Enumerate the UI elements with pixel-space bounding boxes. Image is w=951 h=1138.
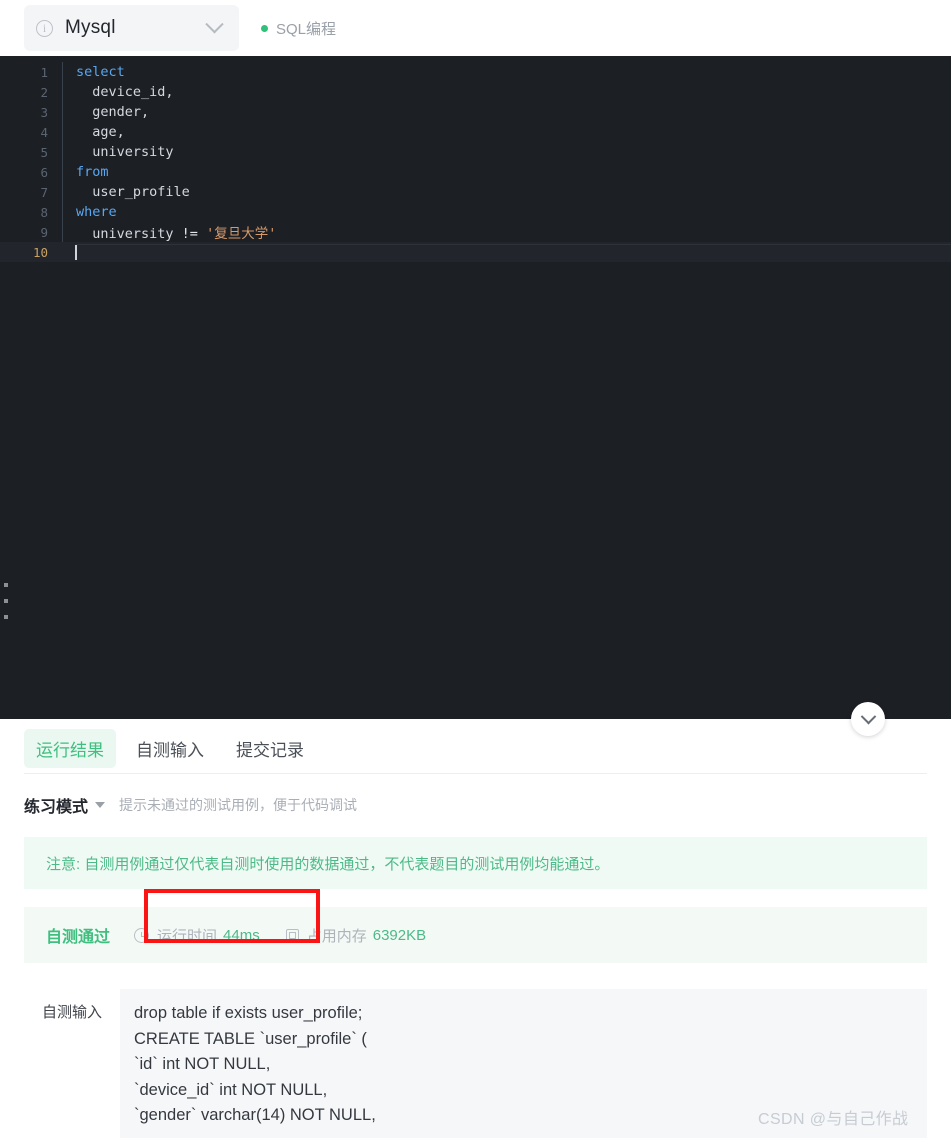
self-input-line: `device_id` int NOT NULL, [134, 1080, 328, 1099]
line-number: 9 [40, 224, 48, 240]
line-number: 3 [40, 104, 48, 120]
code-line[interactable]: 8 where [0, 202, 951, 222]
result-tabs: 运行结果 自测输入 提交记录 [0, 719, 951, 777]
code-text: university != '复旦大学' [76, 226, 277, 242]
result-tab-2[interactable]: 提交记录 [224, 729, 316, 768]
line-number: 8 [40, 204, 48, 220]
notice-banner: 注意: 自测用例通过仅代表自测时使用的数据通过，不代表题目的测试用例均能通过。 [24, 837, 927, 889]
self-input-label: 自测输入 [41, 1004, 102, 1021]
memory-value: 6392KB [372, 926, 427, 944]
info-circle-icon: i [36, 19, 53, 37]
code-line[interactable]: 7 user_profile [0, 182, 951, 202]
code-line[interactable]: 1 select [0, 62, 951, 82]
code-editor[interactable]: 1 select 2 device_id, 3 gender, 4 age, 5 univ… [0, 56, 951, 719]
caret-down-icon[interactable] [95, 802, 106, 808]
line-number: 5 [40, 144, 48, 160]
panel-resize-handle[interactable] [2, 583, 10, 619]
code-line[interactable]: 6 from [0, 162, 951, 182]
database-select[interactable]: i Mysql [24, 5, 239, 51]
code-text: age, [76, 124, 125, 140]
result-panel: 运行结果 自测输入 提交记录 练习模式 提示未通过的测试用例，便于代码调试 注意: … [0, 719, 951, 1138]
line-number: 4 [40, 124, 48, 140]
code-lines[interactable]: 1 select 2 device_id, 3 gender, 4 age, 5 univ… [0, 56, 951, 262]
watermark: CSDN @与自己作战 [758, 1111, 909, 1128]
code-text: university [76, 144, 174, 160]
memory-label: 占用内存 [306, 927, 367, 945]
result-tab-1[interactable]: 自测输入 [124, 729, 216, 768]
code-line[interactable]: 10 [0, 242, 951, 262]
top-toolbar: i Mysql SQL编程 [0, 0, 951, 56]
clock-icon [134, 927, 150, 943]
code-line[interactable]: 9 university != '复旦大学' [0, 222, 951, 242]
code-text: where [76, 204, 117, 220]
cpu-icon [285, 928, 299, 942]
status-badge: 自测通过 [46, 929, 111, 946]
self-input-line: drop table if exists user_profile; [134, 1004, 363, 1022]
tabs-divider [24, 773, 927, 774]
chevron-down-icon [860, 708, 876, 724]
runtime-label: 运行时间 [157, 927, 218, 945]
status-dot-icon [261, 24, 268, 32]
collapse-editor-button[interactable] [851, 702, 885, 736]
code-line[interactable]: 4 age, [0, 122, 951, 142]
code-line[interactable]: 3 gender, [0, 102, 951, 122]
notice-text: 注意: 自测用例通过仅代表自测时使用的数据通过，不代表题目的测试用例均能通过。 [46, 855, 610, 873]
runtime-value: 44ms [223, 926, 260, 944]
memory-metric: 占用内存 6392KB [285, 925, 427, 946]
chevron-down-icon [205, 14, 224, 33]
status-bar: 自测通过 运行时间 44ms 占用内存 6392KB [24, 889, 927, 963]
line-number: 6 [40, 164, 48, 180]
active-line-underline [76, 244, 951, 245]
self-input-line: CREATE TABLE `user_profile` ( [134, 1029, 367, 1048]
line-number: 2 [40, 84, 48, 100]
code-line[interactable]: 5 university [0, 142, 951, 162]
line-number: 10 [32, 244, 48, 260]
line-number: 7 [40, 184, 48, 200]
code-text: device_id, [76, 84, 174, 100]
database-select-value: Mysql [65, 17, 116, 38]
practice-mode-hint: 提示未通过的测试用例，便于代码调试 [119, 797, 358, 813]
code-text: select [76, 64, 125, 80]
code-text: gender, [76, 104, 150, 120]
line-number: 1 [40, 64, 48, 80]
self-input-line: `id` int NOT NULL, [134, 1055, 271, 1073]
mode-row: 练习模式 提示未通过的测试用例，便于代码调试 [0, 793, 951, 817]
sql-practice-page: i Mysql SQL编程 1 select 2 device_id, 3 gende… [0, 0, 951, 1138]
practice-mode-label: 练习模式 [24, 799, 89, 816]
code-text: from [76, 164, 109, 180]
language-tag-label: SQL编程 [276, 20, 337, 38]
runtime-metric: 运行时间 44ms [134, 925, 260, 946]
text-caret [75, 244, 77, 260]
code-line[interactable]: 2 device_id, [0, 82, 951, 102]
code-text: user_profile [76, 184, 190, 200]
result-tab-0[interactable]: 运行结果 [24, 728, 116, 768]
language-tag: SQL编程 [261, 18, 336, 39]
